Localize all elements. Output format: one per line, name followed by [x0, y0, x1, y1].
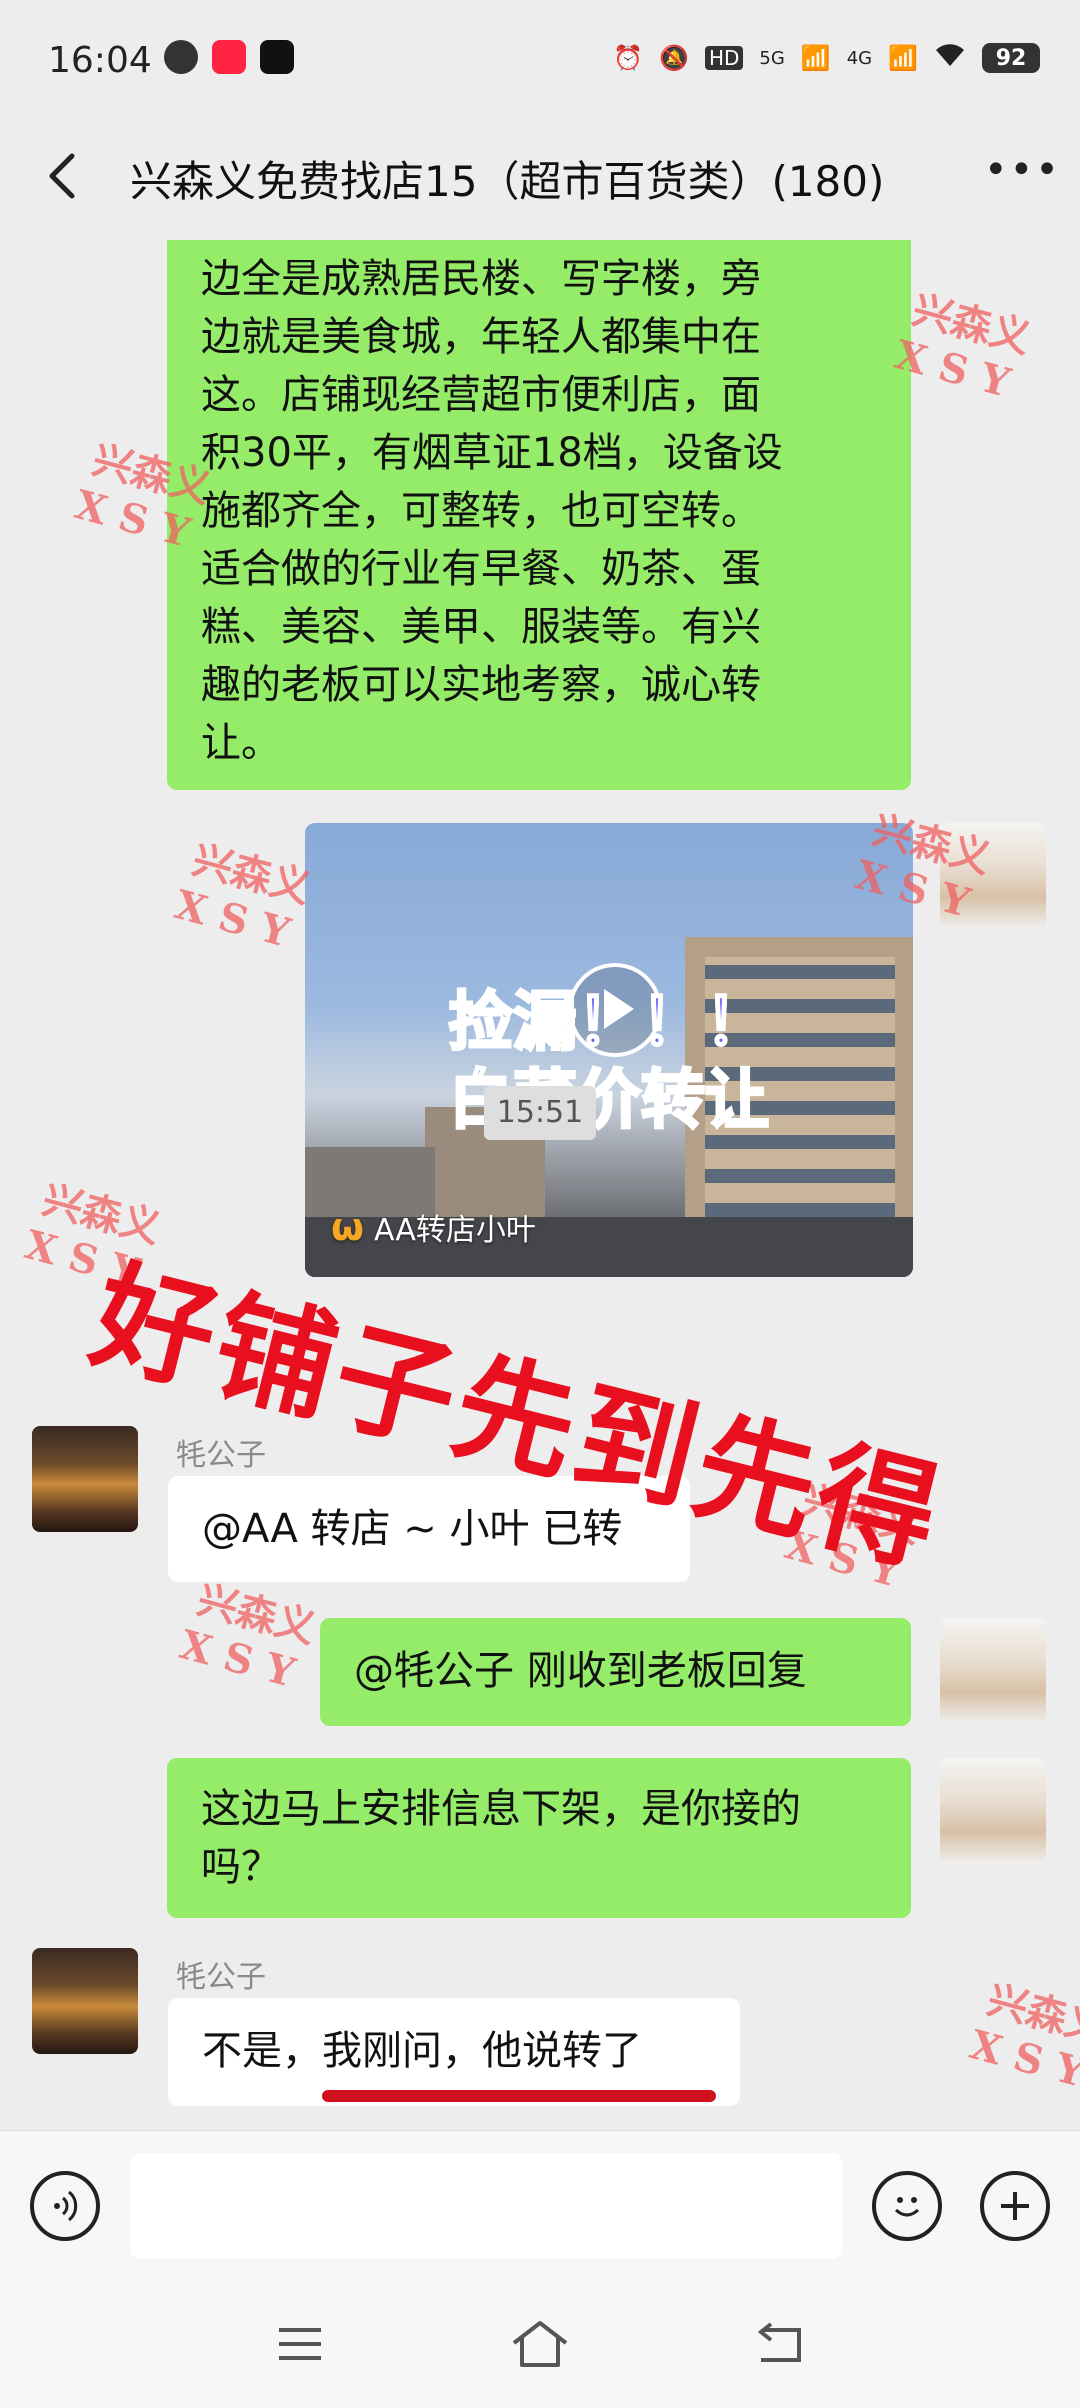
message-line: 趣的老板可以实地考察，诚心转	[201, 662, 761, 708]
emoji-button[interactable]	[872, 2171, 942, 2241]
wifi-icon	[934, 42, 966, 74]
timestamp: 15:51	[484, 1086, 596, 1140]
xiaohongshu-icon	[212, 40, 246, 74]
message-bubble-outgoing[interactable]: 边全是成熟居民楼、写字楼，旁 边就是美食城，年轻人都集中在 这。店铺现经营超市便…	[167, 240, 911, 790]
chevron-left-icon	[49, 153, 75, 199]
home-nav-button[interactable]	[500, 2304, 580, 2384]
battery-level: 92	[982, 43, 1040, 73]
menu-icon	[279, 2328, 321, 2360]
chat-header: 兴森义免费找店15（超市百货类）(180) •••	[0, 120, 1080, 240]
highlight-underline	[322, 2090, 716, 2102]
message-bubble-outgoing[interactable]: @牦公子 刚收到老板回复	[320, 1618, 911, 1726]
status-time: 16:04	[48, 40, 152, 81]
sender-name: 牦公子	[176, 1960, 266, 1995]
message-line: 这边马上安排信息下架，是你接的	[201, 1786, 801, 1832]
alarm-icon: ⏰	[613, 44, 644, 72]
back-button[interactable]	[34, 146, 94, 206]
message-input[interactable]	[130, 2153, 842, 2259]
input-bar	[0, 2130, 1080, 2281]
message-line: 边全是成熟居民楼、写字楼，旁	[201, 256, 761, 302]
hd-label: HD	[704, 46, 744, 70]
message-line: 这。店铺现经营超市便利店，面	[201, 372, 761, 418]
avatar-self[interactable]	[940, 1618, 1046, 1724]
network-5g-label: 5G	[759, 47, 785, 69]
message-line: 适合做的行业有早餐、奶茶、蛋	[201, 546, 761, 592]
message-line: 吗？	[201, 1844, 281, 1890]
back-arrow-icon	[757, 2322, 801, 2362]
channel-logo-icon: ω	[331, 1205, 365, 1249]
video-title-line2: 白菜价转让	[448, 1063, 771, 1140]
douyin-icon	[260, 40, 294, 74]
plus-icon	[1001, 2192, 1029, 2220]
menu-nav-button[interactable]	[260, 2304, 340, 2384]
message-line: 糕、美容、美甲、服装等。有兴	[201, 604, 761, 650]
back-nav-button[interactable]	[740, 2304, 820, 2384]
video-source: ω AA转店小叶	[331, 1205, 536, 1249]
avatar-sender[interactable]	[32, 1948, 138, 2054]
more-button[interactable]: •••	[984, 150, 1059, 210]
home-icon	[512, 2321, 568, 2367]
network-4g-label: 4G	[846, 47, 873, 69]
mute-icon: 🔕	[659, 44, 689, 72]
message-text: 不是，我刚问，他说转了	[202, 2028, 642, 2074]
voice-button[interactable]	[30, 2171, 100, 2241]
video-source-name: AA转店小叶	[374, 1213, 536, 1248]
sender-name: 牦公子	[176, 1438, 266, 1473]
status-app-icons	[164, 40, 294, 74]
emoji-icon	[894, 2197, 920, 2217]
add-button[interactable]	[980, 2171, 1050, 2241]
signal-icon-2: 📶	[888, 44, 918, 72]
clock-app-icon	[164, 40, 198, 74]
voice-icon	[54, 2190, 78, 2222]
message-line: 让。	[201, 720, 281, 766]
chat-title: 兴森义免费找店15（超市百货类）(180)	[130, 157, 885, 206]
video-message[interactable]: 捡漏！！！ 白菜价转让 ω AA转店小叶	[305, 823, 913, 1277]
status-indicators: ⏰ 🔕 HD 5G 📶 4G 📶 92	[613, 42, 1040, 74]
system-nav-bar	[0, 2280, 1080, 2408]
message-text: @牦公子 刚收到老板回复	[354, 1648, 807, 1694]
signal-icon: 📶	[800, 44, 831, 72]
message-line: 边就是美食城，年轻人都集中在	[201, 314, 761, 360]
message-bubble-outgoing[interactable]: 这边马上安排信息下架，是你接的 吗？	[167, 1758, 911, 1918]
message-line: 积30平，有烟草证18档，设备设	[201, 430, 783, 476]
more-dots-icon: •••	[984, 147, 1061, 193]
message-line: 施都齐全，可整转，也可空转。	[201, 488, 761, 534]
status-bar: 16:04 ⏰ 🔕 HD 5G 📶 4G 📶 92	[0, 0, 1080, 120]
avatar-self[interactable]	[940, 1758, 1046, 1864]
avatar-sender[interactable]	[32, 1426, 138, 1532]
